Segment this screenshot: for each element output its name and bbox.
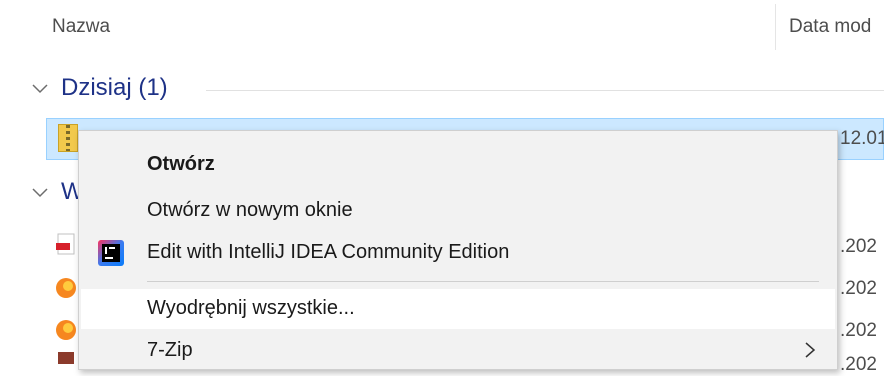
- chevron-down-icon[interactable]: [30, 182, 50, 202]
- menu-item-7zip[interactable]: 7-Zip: [81, 331, 835, 371]
- menu-item-label: Otwórz: [147, 153, 215, 175]
- column-date-header[interactable]: Data mod: [789, 16, 871, 38]
- firefox-file-icon: [56, 278, 76, 298]
- pdf-file-icon: [56, 233, 75, 255]
- menu-item-label: Edit with IntelliJ IDEA Community Editio…: [147, 241, 510, 263]
- menu-item-open[interactable]: Otwórz: [81, 145, 835, 185]
- group-title: Dzisiaj (1): [61, 74, 168, 101]
- row-date: 12.01.202: [840, 128, 884, 149]
- firefox-file-icon: [56, 320, 76, 340]
- chevron-down-icon[interactable]: [30, 78, 50, 98]
- context-menu: Otwórz Otwórz w nowym oknie Edit with In…: [78, 130, 838, 370]
- menu-item-extract-all[interactable]: Wyodrębnij wszystkie...: [81, 289, 835, 329]
- column-header: Nazwa Data mod: [0, 0, 884, 56]
- intellij-icon: [98, 240, 124, 266]
- group-divider: [206, 90, 884, 91]
- zip-folder-icon: [58, 124, 78, 152]
- menu-separator: [147, 281, 819, 282]
- menu-item-edit-intellij[interactable]: Edit with IntelliJ IDEA Community Editio…: [81, 233, 835, 273]
- menu-item-label: 7-Zip: [147, 339, 193, 361]
- column-name-header[interactable]: Nazwa: [52, 16, 110, 38]
- menu-item-open-new-window[interactable]: Otwórz w nowym oknie: [81, 191, 835, 231]
- file-icon: [58, 352, 74, 364]
- group-today[interactable]: Dzisiaj (1): [30, 72, 884, 108]
- chevron-right-icon: [805, 342, 816, 358]
- row-date: .202: [840, 236, 877, 257]
- menu-item-label: Wyodrębnij wszystkie...: [147, 297, 355, 319]
- row-date: .202: [840, 278, 877, 299]
- column-divider[interactable]: [775, 4, 776, 50]
- row-date: .202: [840, 320, 877, 341]
- row-date: .202: [840, 354, 877, 375]
- menu-item-label: Otwórz w nowym oknie: [147, 199, 353, 221]
